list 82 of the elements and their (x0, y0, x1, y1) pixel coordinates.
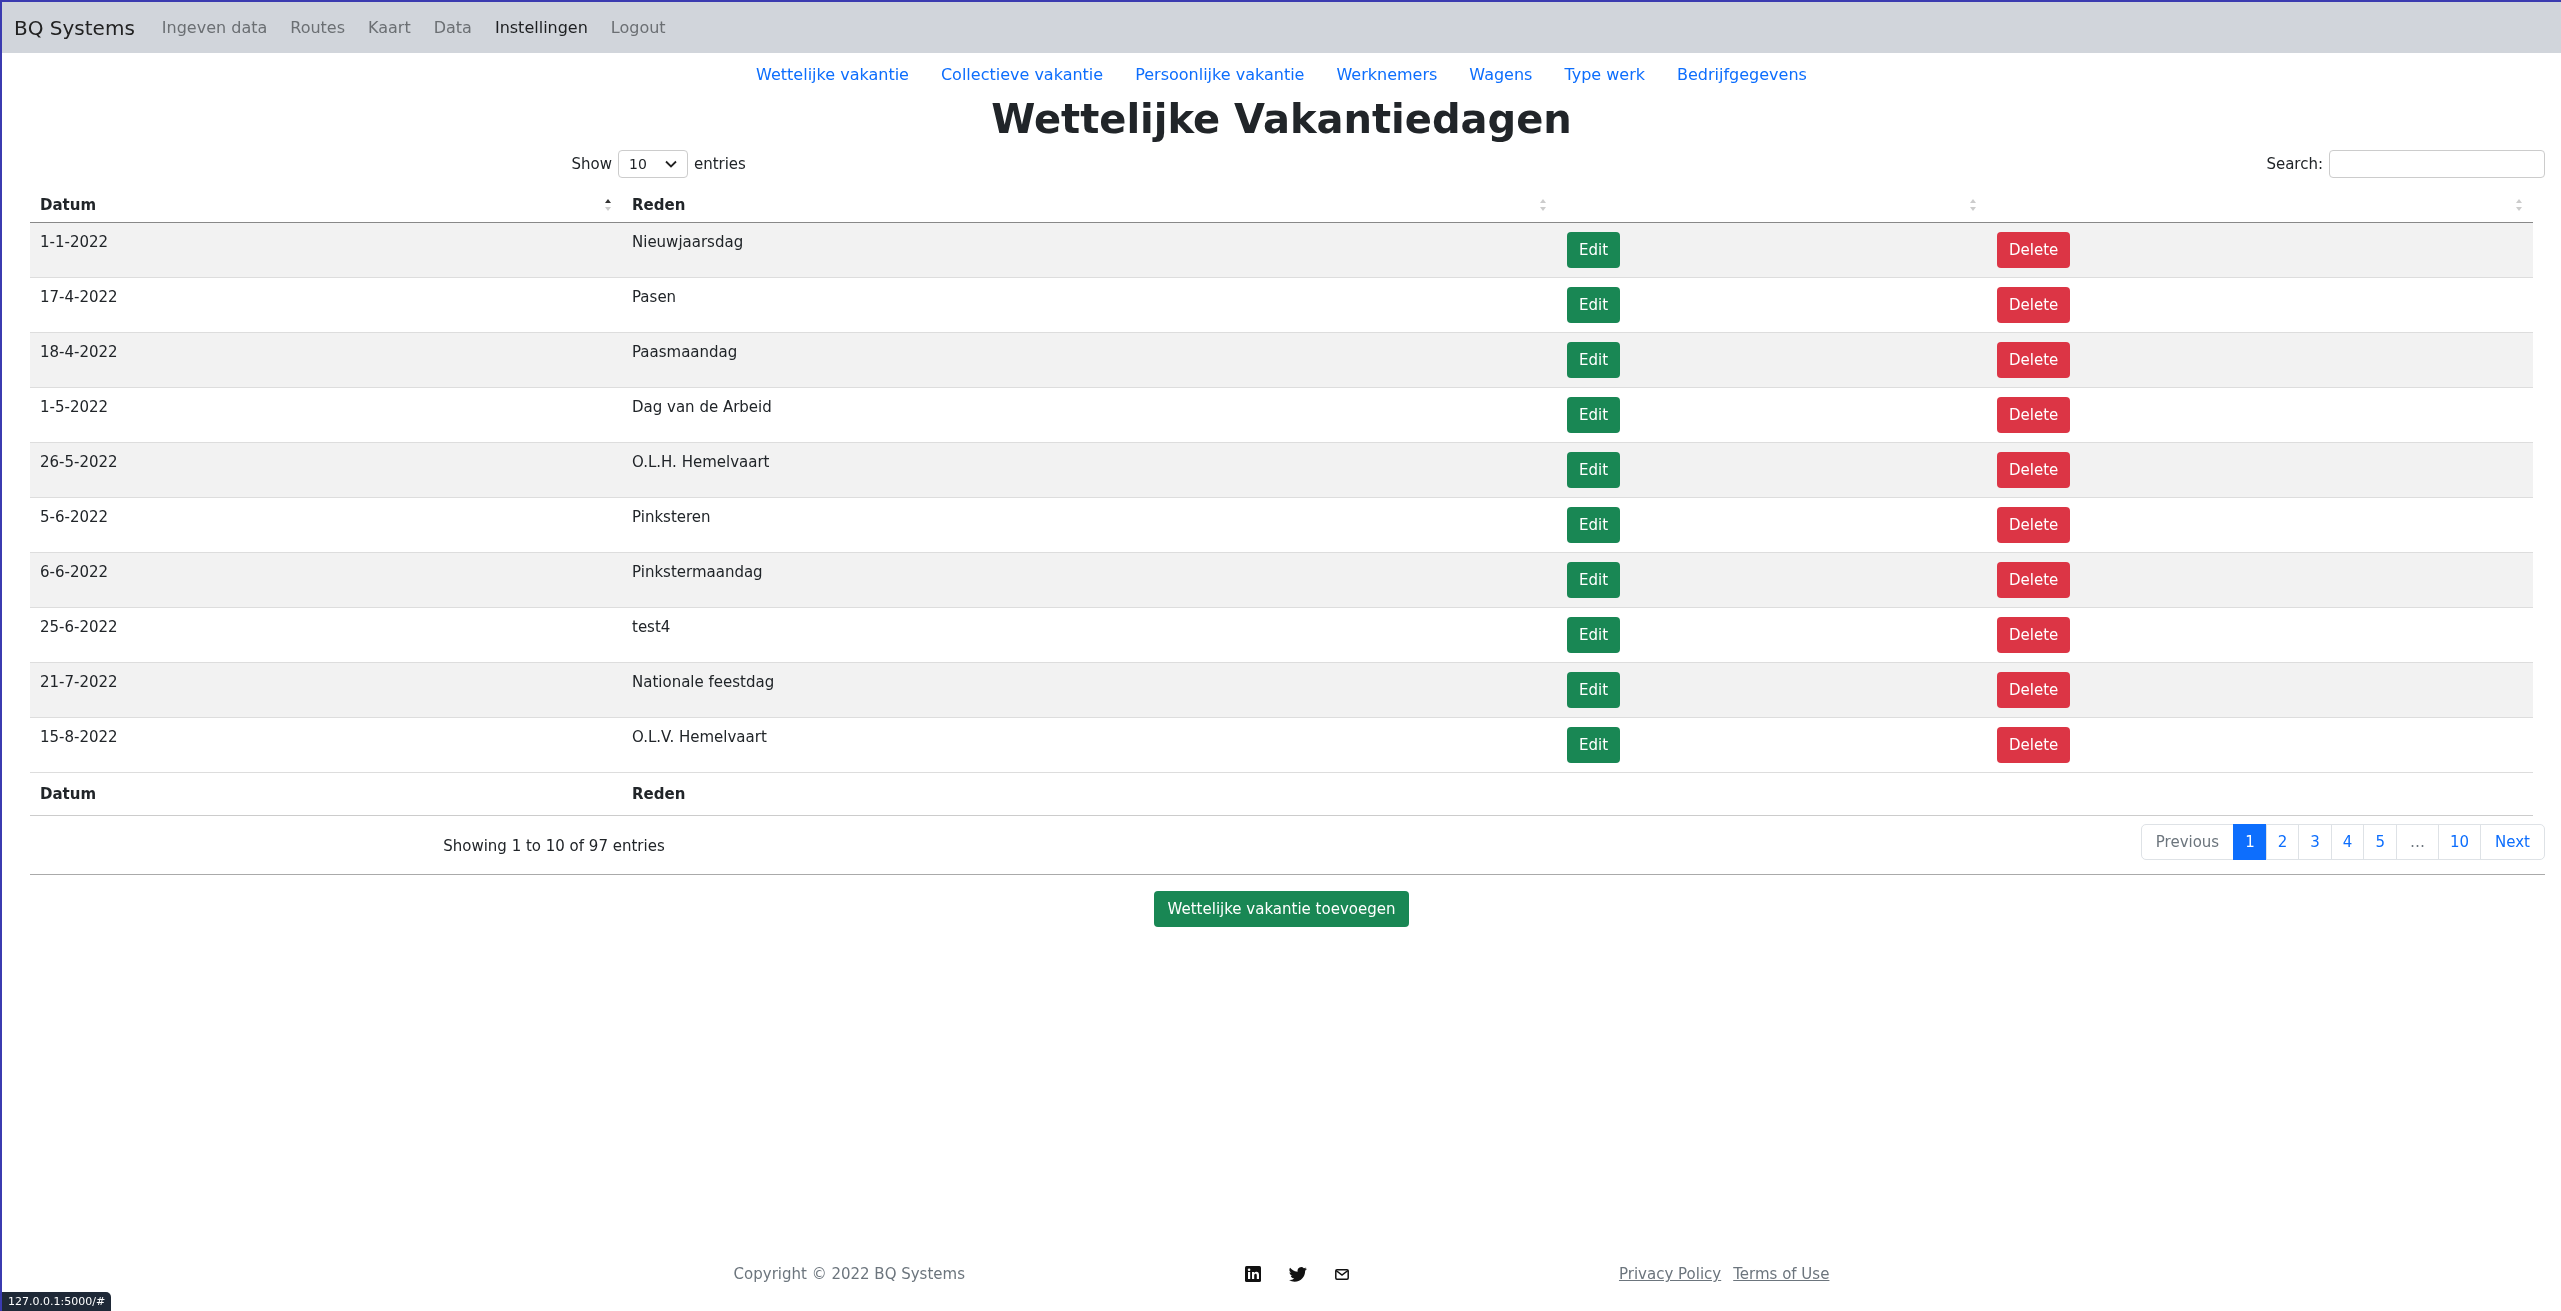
linkedin-icon[interactable] (1244, 1266, 1261, 1282)
delete-button[interactable]: Delete (1997, 232, 2071, 268)
edit-button[interactable]: Edit (1567, 342, 1621, 378)
delete-button[interactable]: Delete (1997, 617, 2071, 653)
add-button[interactable]: Wettelijke vakantie toevoegen (1153, 891, 1410, 927)
table-cell: Pinkstermaandag (622, 552, 1557, 608)
column-footer: Datum (30, 772, 622, 816)
page-link[interactable]: Next (2480, 824, 2545, 860)
delete-button[interactable]: Delete (1997, 342, 2071, 378)
table-cell: 17-4-2022 (30, 277, 622, 333)
delete-button[interactable]: Delete (1997, 727, 2071, 763)
table-cell: test4 (622, 607, 1557, 663)
settings-link[interactable]: Wagens (1469, 65, 1533, 84)
page-title: Wettelijke Vakantiedagen (990, 96, 1573, 142)
delete-button[interactable]: Delete (1997, 287, 2071, 323)
chevron-icon (664, 160, 677, 168)
brand-link[interactable]: BQ Systems (14, 15, 135, 40)
table-cell: Nieuwjaarsdag (622, 222, 1557, 278)
bird-icon[interactable] (1288, 1266, 1307, 1282)
show-label: Show (571, 155, 613, 173)
nav-link[interactable]: Data (433, 18, 472, 37)
table-info: Showing 1 to 10 of 97 entries (443, 837, 665, 855)
page-link[interactable]: 1 (2233, 824, 2267, 860)
edit-button[interactable]: Edit (1567, 452, 1621, 488)
table-cell: Dag van de Arbeid (622, 387, 1557, 443)
settings-link[interactable]: Bedrijfgegevens (1677, 65, 1807, 84)
table-cell: 15-8-2022 (30, 717, 622, 773)
status-url: 127.0.0.1:5000/# (2, 1292, 112, 1311)
table-cell: O.L.H. Hemelvaart (622, 442, 1557, 498)
table-cell: 25-6-2022 (30, 607, 622, 663)
nav-link[interactable]: Ingeven data (161, 18, 268, 37)
table-cell: Paasmaandag (622, 332, 1557, 388)
footer-link[interactable]: Terms of Use (1733, 1265, 1830, 1283)
page-link[interactable]: 5 (2363, 824, 2397, 860)
copyright-text: Copyright © 2022 BQ Systems (733, 1265, 965, 1283)
delete-button[interactable]: Delete (1997, 507, 2071, 543)
table-cell: 1-1-2022 (30, 222, 622, 278)
page-link[interactable]: 2 (2265, 824, 2300, 860)
edit-button[interactable]: Edit (1567, 617, 1621, 653)
table-cell: 21-7-2022 (30, 662, 622, 718)
column-header[interactable]: Reden (622, 188, 1557, 223)
page-link: … (2395, 824, 2439, 860)
edit-button[interactable]: Edit (1567, 507, 1621, 543)
delete-button[interactable]: Delete (1997, 672, 2071, 708)
entries-label: entries (693, 155, 746, 173)
page-link[interactable]: 4 (2330, 824, 2365, 860)
table-cell: Pasen (622, 277, 1557, 333)
settings-link[interactable]: Persoonlijke vakantie (1135, 65, 1305, 84)
edit-button[interactable]: Edit (1567, 672, 1621, 708)
page-link[interactable]: 3 (2298, 824, 2332, 860)
search-field[interactable] (2329, 150, 2545, 178)
settings-link[interactable]: Wettelijke vakantie (756, 65, 909, 84)
page-link[interactable]: 10 (2437, 824, 2482, 860)
table-cell: 18-4-2022 (30, 332, 622, 388)
delete-button[interactable]: Delete (1997, 562, 2071, 598)
table-cell: Nationale feestdag (622, 662, 1557, 718)
edit-button[interactable]: Edit (1567, 287, 1621, 323)
edit-button[interactable]: Edit (1567, 397, 1621, 433)
nav-link[interactable]: Instellingen (494, 18, 588, 37)
delete-button[interactable]: Delete (1997, 452, 2071, 488)
column-footer: Reden (622, 772, 1557, 816)
mail-icon[interactable] (1334, 1268, 1349, 1280)
table-cell: 1-5-2022 (30, 387, 622, 443)
edit-button[interactable]: Edit (1567, 562, 1621, 598)
search-label: Search: (2266, 155, 2323, 173)
settings-link[interactable]: Collectieve vakantie (940, 65, 1104, 84)
settings-link[interactable]: Werknemers (1336, 65, 1438, 84)
table-cell: Pinksteren (622, 497, 1557, 553)
entries-select[interactable]: 10 (618, 150, 688, 178)
table-cell: 26-5-2022 (30, 442, 622, 498)
table-cell: 5-6-2022 (30, 497, 622, 553)
table-cell: 6-6-2022 (30, 552, 622, 608)
nav-link[interactable]: Logout (610, 18, 666, 37)
footer-link[interactable]: Privacy Policy (1618, 1265, 1722, 1283)
edit-button[interactable]: Edit (1567, 727, 1621, 763)
delete-button[interactable]: Delete (1997, 397, 2071, 433)
settings-link[interactable]: Type werk (1564, 65, 1646, 84)
nav-link[interactable]: Routes (290, 18, 346, 37)
table-cell: O.L.V. Hemelvaart (622, 717, 1557, 773)
nav-link[interactable]: Kaart (368, 18, 411, 37)
edit-button[interactable]: Edit (1567, 232, 1621, 268)
column-header[interactable]: Datum (30, 188, 622, 223)
